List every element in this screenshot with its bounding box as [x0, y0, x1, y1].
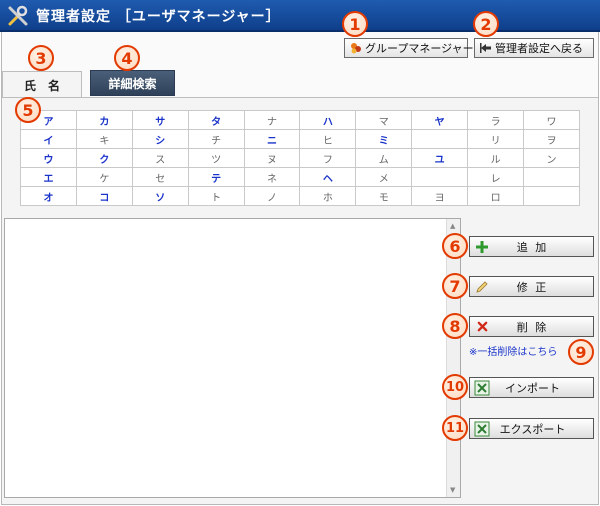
kana-index-cell[interactable]: ヘ [299, 167, 357, 187]
kana-index-cell[interactable]: ハ [299, 110, 357, 130]
callout-badge: 2 [473, 11, 499, 37]
csv-icon [472, 419, 492, 438]
kana-index-cell: メ [355, 167, 413, 187]
kana-index-cell: ラ [467, 110, 525, 130]
scroll-down-arrow-icon[interactable]: ▼ [450, 486, 455, 494]
kana-index-cell[interactable]: サ [131, 110, 189, 130]
kana-index-cell: フ [299, 148, 357, 168]
group-icon [349, 41, 363, 55]
kana-index-cell[interactable]: ウ [20, 148, 77, 168]
callout-badge: 3 [28, 45, 54, 71]
kana-index-cell[interactable]: ニ [243, 129, 301, 149]
group-manager-button[interactable]: グループマネージャー [344, 38, 474, 58]
callout-badge: 11 [442, 415, 468, 441]
kana-index-cell: ヒ [299, 129, 357, 149]
kana-index-cell[interactable]: ク [75, 148, 133, 168]
kana-index-cell: ナ [243, 110, 301, 130]
kana-index-cell: ヌ [243, 148, 301, 168]
kana-index-cell: ツ [187, 148, 245, 168]
delete-button[interactable]: 削 除 [469, 316, 594, 337]
kana-index-cell[interactable]: タ [187, 110, 245, 130]
edit-label: 修 正 [516, 280, 549, 294]
kana-index-cell [411, 167, 469, 187]
tab-name-label: 氏 名 [23, 78, 60, 93]
import-button[interactable]: インポート [469, 377, 594, 398]
kana-index-cell: ヨ [411, 186, 469, 206]
kana-index-cell[interactable]: ユ [411, 148, 469, 168]
tab-detail-search[interactable]: 詳細検索 [90, 70, 175, 96]
plus-icon [472, 237, 492, 256]
callout-badge: 6 [442, 233, 468, 259]
user-list[interactable]: ▲ ▼ [4, 218, 461, 498]
kana-index-cell: ホ [299, 186, 357, 206]
delete-label: 削 除 [516, 320, 549, 334]
kana-index-cell: ケ [75, 167, 133, 187]
back-arrow-icon [479, 41, 493, 55]
kana-row: ウクスツヌフムユルン [20, 148, 580, 168]
pencil-icon [472, 277, 492, 296]
kana-row: エケセテネヘメ レ [20, 167, 580, 187]
edit-button[interactable]: 修 正 [469, 276, 594, 297]
kana-index-cell: リ [467, 129, 525, 149]
kana-index-cell [411, 129, 469, 149]
title-bar: 管理者設定 ［ユーザマネージャー］ [0, 0, 600, 32]
bulk-delete-link[interactable]: ※一括削除はこちら [469, 343, 557, 358]
kana-index-cell: ン [523, 148, 580, 168]
tab-detail-search-label: 詳細検索 [108, 76, 157, 91]
kana-index-cell [523, 167, 580, 187]
kana-index-cell: ノ [243, 186, 301, 206]
kana-index-cell[interactable]: カ [75, 110, 133, 130]
export-label: エクスポート [499, 422, 566, 436]
callout-badge: 8 [442, 313, 468, 339]
kana-index-cell: ワ [523, 110, 580, 130]
kana-row: オコソトノホモヨロ [20, 186, 580, 206]
kana-index-cell[interactable]: ヤ [411, 110, 469, 130]
export-button[interactable]: エクスポート [469, 418, 594, 439]
kana-index-cell: ネ [243, 167, 301, 187]
kana-index-cell [523, 186, 580, 206]
tools-icon [8, 5, 28, 26]
kana-index-cell: モ [355, 186, 413, 206]
kana-index-cell: キ [75, 129, 133, 149]
list-scrollbar[interactable]: ▲ ▼ [446, 219, 460, 497]
kana-index-cell[interactable]: コ [75, 186, 133, 206]
add-button[interactable]: 追 加 [469, 236, 594, 257]
kana-index-cell[interactable]: ソ [131, 186, 189, 206]
tab-name[interactable]: 氏 名 [2, 71, 82, 98]
kana-index-cell: ル [467, 148, 525, 168]
kana-index-cell[interactable]: ミ [355, 129, 413, 149]
kana-index-cell[interactable]: オ [20, 186, 77, 206]
callout-badge: 5 [15, 97, 41, 123]
kana-index-cell: セ [131, 167, 189, 187]
kana-index-cell: ス [131, 148, 189, 168]
group-manager-label: グループマネージャー [365, 42, 474, 55]
kana-index-cell: レ [467, 167, 525, 187]
kana-index-cell: マ [355, 110, 413, 130]
kana-index-cell: ム [355, 148, 413, 168]
add-label: 追 加 [516, 240, 549, 254]
callout-badge: 9 [568, 339, 594, 365]
kana-index-cell: ロ [467, 186, 525, 206]
import-label: インポート [505, 381, 560, 395]
callout-badge: 1 [342, 11, 368, 37]
kana-index-cell[interactable]: シ [131, 129, 189, 149]
kana-index-cell: チ [187, 129, 245, 149]
kana-row: アカサタナハマヤラワ [20, 110, 580, 130]
window-title: 管理者設定 ［ユーザマネージャー］ [36, 9, 281, 25]
callout-badge: 7 [442, 273, 468, 299]
kana-index-cell[interactable]: エ [20, 167, 77, 187]
kana-index-cell: ト [187, 186, 245, 206]
callout-badge: 10 [442, 374, 468, 400]
callout-badge: 4 [114, 45, 140, 71]
csv-icon [472, 378, 492, 397]
scroll-up-arrow-icon[interactable]: ▲ [450, 222, 455, 230]
back-label: 管理者設定へ戻る [495, 42, 583, 55]
kana-index-table: アカサタナハマヤラワイキシチニヒミリヲウクスツヌフムユルンエケセテネヘメレオコソ… [20, 110, 580, 206]
kana-index-cell: ヲ [523, 129, 580, 149]
delete-x-icon [472, 317, 492, 336]
kana-row: イキシチニヒミ リヲ [20, 129, 580, 149]
back-to-admin-settings-button[interactable]: 管理者設定へ戻る [474, 38, 594, 58]
kana-index-cell[interactable]: テ [187, 167, 245, 187]
kana-index-cell[interactable]: イ [20, 129, 77, 149]
